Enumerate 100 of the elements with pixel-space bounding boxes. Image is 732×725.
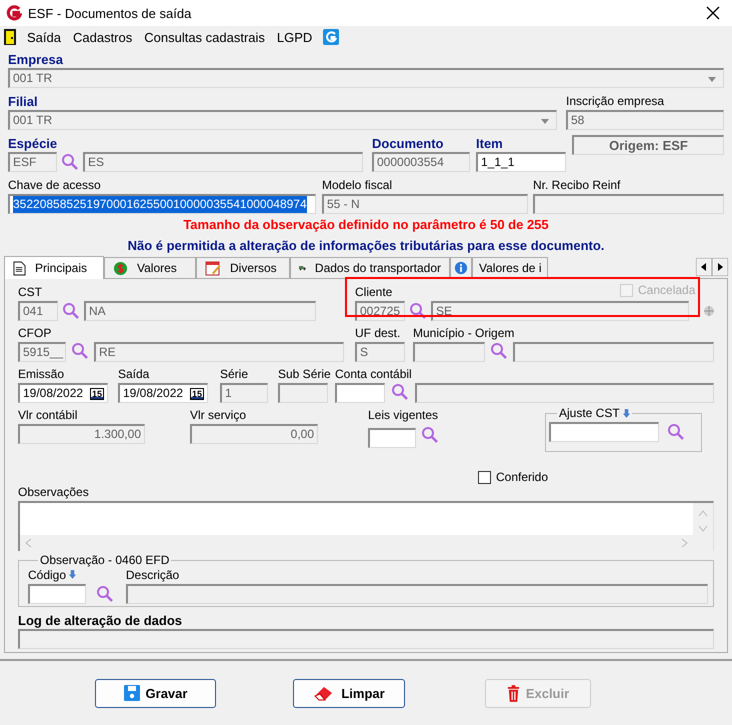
app-logo-icon[interactable] — [323, 29, 340, 45]
input-field[interactable] — [126, 584, 708, 604]
trash-icon — [506, 684, 520, 702]
field-label: Inscrição empresa — [566, 93, 666, 110]
text-area[interactable] — [18, 501, 714, 551]
tab[interactable]: Principais — [4, 256, 104, 279]
field-label: UF dest. — [355, 325, 402, 342]
action-button[interactable]: Gravar — [95, 678, 216, 708]
search-icon[interactable] — [667, 423, 685, 441]
input-field[interactable] — [549, 422, 659, 442]
action-button[interactable]: Limpar — [293, 678, 405, 708]
group-title: Observação - 0460 EFD — [38, 553, 172, 567]
checkbox[interactable] — [478, 470, 491, 484]
scroll-left-icon[interactable] — [696, 258, 712, 276]
calendar-icon — [205, 260, 221, 276]
input-field[interactable]: ES — [83, 152, 363, 172]
input-field[interactable] — [368, 428, 416, 448]
status-message: Tamanho da observação definido no parâmetro é 50 de 255 — [182, 216, 550, 234]
input-field[interactable] — [413, 342, 485, 362]
input-field[interactable]: 002725 — [355, 301, 405, 321]
field-label: Espécie — [8, 135, 58, 152]
input-field[interactable] — [512, 342, 714, 362]
menu-item[interactable]: Consultas cadastrais — [143, 30, 266, 44]
status-message: Não é permitida a alteração de informações tributárias para esse documento. — [126, 237, 606, 255]
input-field[interactable]: 1_1_1 — [476, 152, 566, 172]
globe-icon[interactable] — [703, 305, 715, 317]
input-field[interactable]: NA — [84, 301, 316, 321]
field-label: Filial — [8, 93, 39, 110]
info-icon — [454, 260, 468, 276]
date-field[interactable]: 19/08/2022 15 — [18, 383, 108, 403]
tab[interactable]: Dados do transportador — [290, 257, 450, 278]
field-label: Conta contábil — [335, 366, 413, 383]
input-field[interactable]: 0000003554 — [372, 152, 470, 172]
app-logo-icon — [6, 5, 22, 21]
field-label: Observações — [18, 484, 90, 501]
field-label: Leis vigentes — [368, 407, 440, 424]
close-icon[interactable] — [706, 6, 720, 20]
input-field[interactable]: 0,00 — [190, 424, 318, 444]
field-label: Município - Origem — [413, 325, 516, 342]
checkbox-label: Cancelada — [638, 283, 696, 297]
input-field[interactable] — [18, 629, 714, 649]
field-label: Modelo fiscal — [322, 177, 394, 194]
input-field[interactable]: SE — [431, 301, 689, 321]
input-field[interactable]: S — [355, 342, 405, 362]
tab[interactable]: Valores — [104, 257, 196, 278]
field-label: Cliente — [355, 284, 392, 301]
input-field[interactable]: RE — [94, 342, 344, 362]
down-arrow-icon — [69, 570, 76, 579]
field-label: Chave de acesso — [8, 177, 102, 194]
scroll-right-icon[interactable] — [712, 258, 728, 276]
input-field[interactable]: ESF — [8, 152, 57, 172]
input-field[interactable] — [335, 383, 385, 403]
field-label: Vlr contábil — [18, 407, 78, 424]
input-field[interactable]: 55 - N — [322, 194, 528, 214]
input-field[interactable]: 5915__ — [18, 342, 66, 362]
search-icon[interactable] — [96, 585, 114, 603]
scroll-down-icon[interactable] — [698, 525, 708, 533]
input-field[interactable]: 041 — [18, 301, 58, 321]
calendar-button[interactable]: 15 — [190, 388, 204, 400]
search-icon[interactable] — [490, 342, 508, 360]
input-field[interactable] — [28, 584, 86, 604]
field-label: Sub Série — [278, 366, 328, 383]
input-field[interactable]: 1 — [220, 383, 268, 403]
field-label: CFOP — [18, 325, 52, 342]
search-icon[interactable] — [61, 153, 79, 171]
money-icon — [113, 260, 128, 276]
field-label: Saída — [118, 366, 150, 383]
field-label: Empresa — [8, 52, 63, 67]
tab[interactable]: Valores de i — [472, 257, 548, 278]
field-label: Vlr serviço — [190, 407, 248, 424]
checkbox-label: Conferido — [496, 470, 548, 484]
date-field[interactable]: 19/08/2022 15 — [118, 383, 208, 403]
input-field[interactable] — [414, 383, 714, 403]
menu-item[interactable]: LGPD — [276, 30, 314, 44]
input-field[interactable] — [278, 383, 328, 403]
field-label: Descrição — [126, 567, 180, 584]
calendar-button[interactable]: 15 — [90, 388, 104, 400]
search-icon[interactable] — [390, 383, 409, 401]
door-icon — [4, 29, 16, 45]
menu-item[interactable]: Saída — [26, 30, 62, 44]
input-field[interactable]: 58 — [566, 110, 724, 130]
input-field[interactable]: 1.300,00 — [18, 424, 145, 444]
origin-label: Origem: ESF — [572, 135, 724, 155]
branch-dropdown[interactable]: 001 TR — [8, 110, 557, 130]
field-label: Emissão — [18, 366, 66, 383]
document-icon — [13, 260, 26, 276]
tab[interactable] — [450, 257, 472, 278]
search-icon[interactable] — [421, 426, 439, 444]
input-field[interactable]: 35220858525197000162550010000035541000048974 — [8, 194, 316, 214]
search-icon[interactable] — [71, 342, 89, 360]
search-icon[interactable] — [409, 302, 427, 320]
search-icon[interactable] — [62, 302, 80, 320]
menu-item[interactable]: Cadastros — [72, 30, 134, 44]
field-label: Documento — [372, 135, 444, 152]
field-label: Série — [220, 366, 250, 383]
tab[interactable]: Diversos — [196, 257, 290, 278]
company-dropdown[interactable]: 001 TR — [8, 68, 724, 88]
scroll-up-icon[interactable] — [698, 509, 708, 517]
input-field[interactable] — [533, 194, 724, 214]
down-arrow-icon — [622, 408, 630, 418]
